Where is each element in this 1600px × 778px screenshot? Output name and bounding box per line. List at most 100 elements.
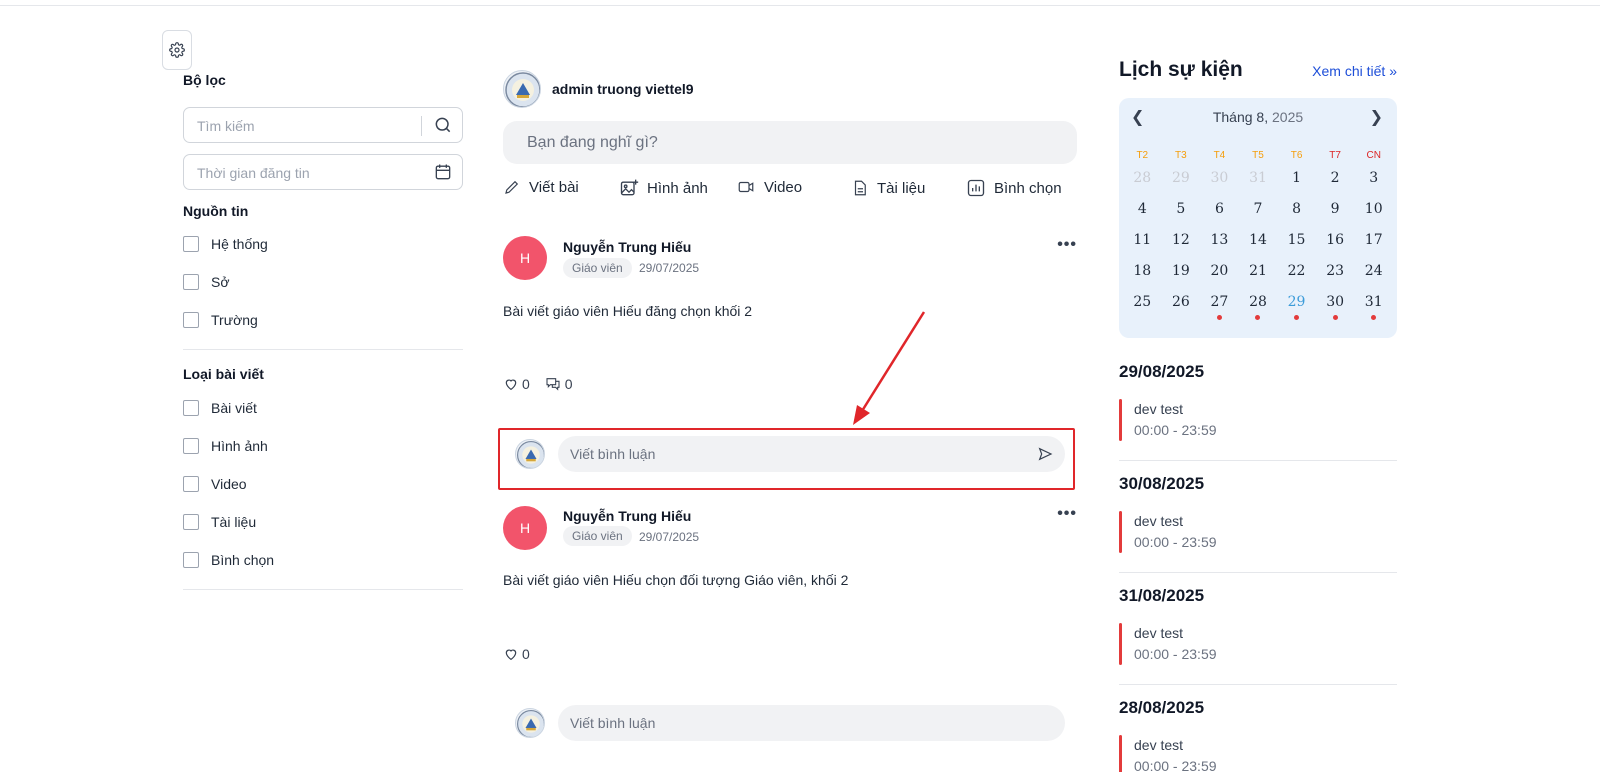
calendar-day[interactable]: 31 — [1239, 170, 1278, 201]
calendar-day[interactable]: 8 — [1277, 201, 1316, 232]
calendar-day[interactable]: 27 — [1200, 294, 1239, 325]
calendar-day[interactable]: 22 — [1277, 263, 1316, 294]
calendar-day[interactable]: 7 — [1239, 201, 1278, 232]
calendar-icon[interactable] — [433, 162, 453, 187]
poll-button[interactable]: Bình chọn — [966, 178, 1062, 198]
post-author-name[interactable]: Nguyễn Trung Hiếu — [563, 508, 691, 524]
event-item[interactable]: dev test 00:00 - 23:59 — [1119, 511, 1397, 555]
calendar-day[interactable]: 31 — [1354, 294, 1393, 325]
document-button[interactable]: Tài liệu — [851, 178, 925, 198]
post-author-name[interactable]: Nguyễn Trung Hiếu — [563, 239, 691, 255]
calendar-day[interactable]: 20 — [1200, 263, 1239, 294]
type-option-bai-viet[interactable]: Bài viết — [183, 400, 257, 416]
weekday-label: CN — [1366, 150, 1381, 161]
calendar-day[interactable]: 9 — [1316, 201, 1355, 232]
calendar-day[interactable]: 29 — [1162, 170, 1201, 201]
calendar-day[interactable]: 28 — [1239, 294, 1278, 325]
type-option-binh-chon[interactable]: Bình chọn — [183, 552, 274, 568]
calendar-day-number: 13 — [1210, 232, 1229, 248]
search-divider — [421, 116, 422, 136]
search-input[interactable]: Tìm kiếm — [183, 107, 463, 143]
event-item[interactable]: dev test 00:00 - 23:59 — [1119, 623, 1397, 667]
calendar-day[interactable]: 12 — [1162, 232, 1201, 263]
source-option-truong[interactable]: Trường — [183, 312, 258, 328]
like-count: 0 — [522, 646, 530, 662]
event-date: 28/08/2025 — [1119, 698, 1205, 717]
calendar-day[interactable]: 13 — [1200, 232, 1239, 263]
checkbox[interactable] — [183, 236, 199, 252]
event-time: 00:00 - 23:59 — [1134, 758, 1217, 772]
weekday-label: T5 — [1252, 150, 1264, 161]
type-option-hinh-anh[interactable]: Hình ảnh — [183, 438, 268, 454]
type-option-video[interactable]: Video — [183, 476, 247, 492]
checkbox[interactable] — [183, 476, 199, 492]
calendar-day[interactable]: 10 — [1354, 201, 1393, 232]
calendar-day[interactable]: 16 — [1316, 232, 1355, 263]
comment-input[interactable]: Viết bình luận — [558, 705, 1065, 741]
image-button[interactable]: Hình ảnh — [619, 178, 708, 198]
calendar-day-number: 22 — [1287, 263, 1306, 279]
heart-icon[interactable] — [503, 646, 519, 662]
date-filter-input[interactable]: Thời gian đăng tin — [183, 154, 463, 190]
comment-icon[interactable] — [544, 376, 562, 392]
calendar-day[interactable]: 15 — [1277, 232, 1316, 263]
type-label: Bình chọn — [211, 552, 275, 568]
calendar-day[interactable]: 17 — [1354, 232, 1393, 263]
checkbox[interactable] — [183, 514, 199, 530]
calendar-day[interactable]: 23 — [1316, 263, 1355, 294]
type-label: Hình ảnh — [211, 438, 268, 454]
event-item[interactable]: dev test 00:00 - 23:59 — [1119, 399, 1397, 443]
weekday-label: T3 — [1175, 150, 1187, 161]
checkbox[interactable] — [183, 552, 199, 568]
checkbox[interactable] — [183, 438, 199, 454]
event-dot — [1294, 315, 1300, 320]
calendar-day[interactable]: 21 — [1239, 263, 1278, 294]
calendar-day[interactable]: 25 — [1123, 294, 1162, 325]
calendar-day-number: 29 — [1287, 294, 1306, 310]
calendar-month-label: Tháng 8, — [1212, 109, 1269, 125]
calendar-day[interactable]: 3 — [1354, 170, 1393, 201]
calendar-day[interactable]: 1 — [1277, 170, 1316, 201]
post-composer-input[interactable]: Bạn đang nghĩ gì? — [503, 121, 1077, 164]
calendar-day-number: 14 — [1249, 232, 1267, 248]
weekday-label: T4 — [1213, 150, 1226, 161]
calendar-day-number: 6 — [1214, 201, 1224, 217]
calendar-day-number: 15 — [1287, 232, 1306, 248]
calendar-day[interactable]: 2 — [1316, 170, 1355, 201]
view-details-link[interactable]: Xem chi tiết » — [1312, 63, 1397, 79]
calendar-day[interactable]: 28 — [1123, 170, 1162, 201]
search-icon[interactable] — [433, 115, 453, 140]
settings-button[interactable] — [162, 30, 192, 70]
source-option-so[interactable]: Sở — [183, 274, 230, 290]
type-option-tai-lieu[interactable]: Tài liệu — [183, 514, 256, 530]
event-marker — [1119, 623, 1122, 665]
checkbox[interactable] — [183, 274, 199, 290]
calendar-day[interactable]: 11 — [1123, 232, 1162, 263]
calendar-day[interactable]: 19 — [1162, 263, 1201, 294]
calendar-day[interactable]: 30 — [1200, 170, 1239, 201]
post-author-avatar[interactable]: H — [503, 506, 547, 550]
write-post-button[interactable]: Viết bài — [503, 178, 579, 196]
calendar-day[interactable]: 30 — [1316, 294, 1355, 325]
calendar-day[interactable]: 18 — [1123, 263, 1162, 294]
post-author-avatar[interactable]: H — [503, 236, 547, 280]
chevron-right-icon[interactable]: ❯ — [1370, 107, 1383, 127]
calendar-day[interactable]: 6 — [1200, 201, 1239, 232]
heart-icon[interactable] — [503, 376, 519, 392]
calendar-day[interactable]: 4 — [1123, 201, 1162, 232]
image-icon — [620, 179, 639, 196]
calendar-day[interactable]: 14 — [1239, 232, 1278, 263]
calendar-day-number: 19 — [1171, 263, 1190, 279]
checkbox[interactable] — [183, 312, 199, 328]
calendar-day[interactable]: 29 — [1277, 294, 1316, 325]
calendar-day[interactable]: 5 — [1162, 201, 1201, 232]
calendar-day[interactable]: 26 — [1162, 294, 1201, 325]
poll-icon — [967, 179, 985, 197]
video-button[interactable]: Video — [736, 178, 802, 196]
event-item[interactable]: dev test 00:00 - 23:59 — [1119, 735, 1397, 772]
source-option-he-thong[interactable]: Hệ thống — [183, 236, 268, 252]
calendar-day[interactable]: 24 — [1354, 263, 1393, 294]
more-options-icon[interactable]: ••• — [1057, 236, 1077, 254]
more-options-icon[interactable]: ••• — [1057, 505, 1077, 523]
checkbox[interactable] — [183, 400, 199, 416]
